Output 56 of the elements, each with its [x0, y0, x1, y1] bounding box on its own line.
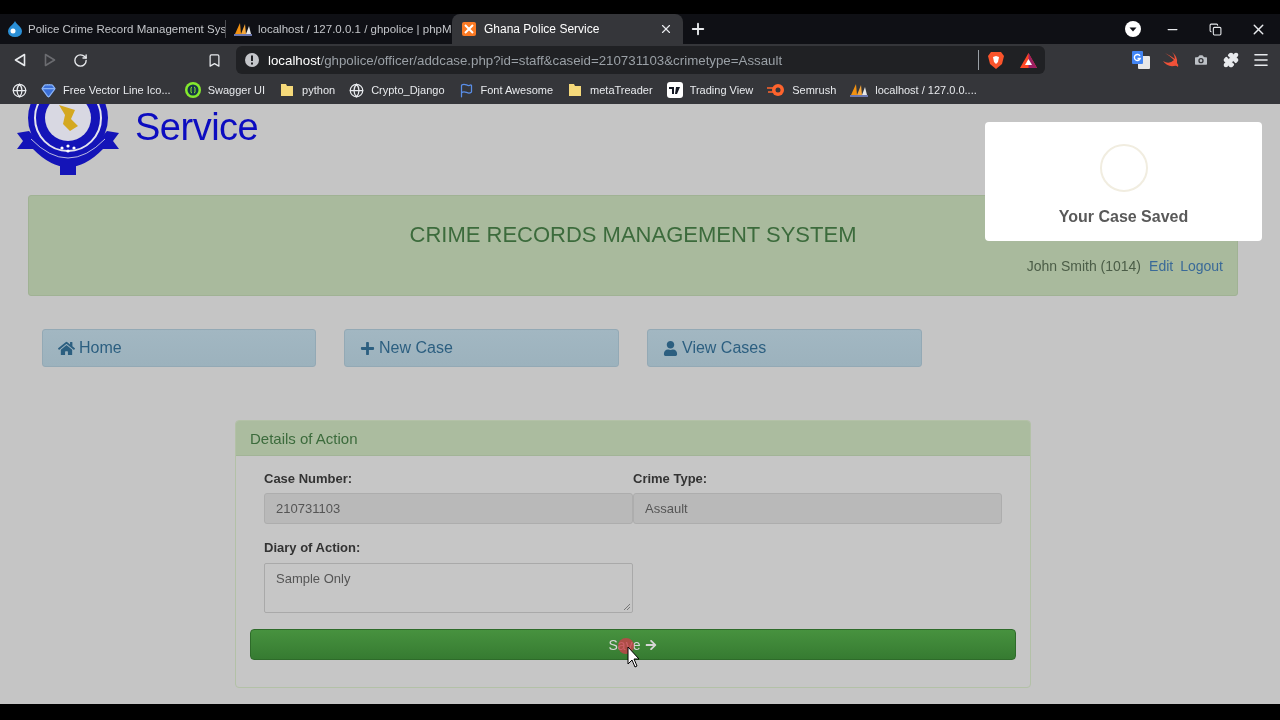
sail-icon: [850, 83, 869, 97]
panel-header: Details of Action: [236, 421, 1030, 456]
triangle-icon[interactable]: [1020, 52, 1037, 68]
new-tab-icon[interactable]: [689, 20, 707, 38]
bookmark-item[interactable]: Crypto_Django: [342, 78, 452, 102]
back-icon[interactable]: [14, 53, 26, 67]
bookmark-item[interactable]: Semrush: [760, 78, 844, 102]
bookmark-item[interactable]: localhost / 127.0.0....: [843, 78, 984, 102]
translate-icon[interactable]: [1132, 51, 1150, 69]
reload-icon[interactable]: [72, 52, 88, 68]
info-icon[interactable]: [244, 52, 260, 68]
bookmark-item[interactable]: Swagger UI: [177, 78, 273, 102]
sail-icon: [234, 22, 252, 36]
browser-tab[interactable]: Police Crime Record Management Sys: [0, 14, 226, 44]
globe-icon: [349, 82, 365, 98]
menu-icon[interactable]: [1252, 51, 1270, 69]
bookmark-icon[interactable]: [206, 52, 222, 68]
browser-tab[interactable]: Ghana Police Service: [452, 14, 683, 44]
speed-ring-icon: [767, 83, 786, 97]
shield-icon[interactable]: [988, 51, 1004, 69]
close-icon[interactable]: [659, 22, 673, 36]
flag-icon: [458, 82, 474, 98]
globe-icon[interactable]: [12, 82, 27, 98]
puzzle-icon[interactable]: [1223, 52, 1239, 68]
restore-icon[interactable]: [1209, 22, 1222, 36]
home-icon: [58, 339, 75, 357]
ring-icon: [1099, 144, 1148, 192]
bookmark-item[interactable]: python: [272, 78, 343, 102]
dialog-message: Your Case Saved: [1058, 207, 1189, 227]
dropdown-icon[interactable]: [1125, 21, 1141, 37]
bookmark-item[interactable]: Trading View: [659, 78, 761, 102]
plus-icon: [360, 340, 375, 356]
field-label: Diary of Action:: [264, 540, 362, 556]
field-label: Case Number:: [264, 471, 354, 487]
field-label: Crime Type:: [633, 471, 709, 487]
gem-icon: [41, 82, 56, 98]
folder-icon: [279, 82, 296, 98]
tile-logo-icon: [666, 82, 683, 98]
braces-circle-icon: [184, 82, 201, 98]
drop-icon: [8, 21, 22, 37]
bookmark-item[interactable]: metaTreader: [560, 78, 660, 102]
site-title: Service: [135, 107, 259, 147]
text-area[interactable]: Sample Only: [264, 563, 633, 613]
bookmark-item[interactable]: Font Awesome: [451, 78, 561, 102]
system-title: CRIME RECORDS MANAGEMENT SYSTEM: [409, 221, 857, 249]
arrow-right-icon: [645, 638, 658, 651]
user-name: John Smith (1014): [1026, 258, 1142, 274]
bookmark-item[interactable]: Free Vector Line Ico...: [34, 78, 178, 102]
bird-icon[interactable]: [1162, 52, 1180, 68]
camera-icon[interactable]: [1193, 52, 1209, 68]
browser-tab[interactable]: localhost / 127.0.0.1 / ghpolice | phpM: [226, 14, 452, 44]
resize-grip-icon[interactable]: [623, 603, 631, 611]
address-bar[interactable]: localhost/ghpolice/officer/addcase.php?id=staff&caseid=210731103&crimetype=Assault: [236, 46, 1045, 74]
user-icon: [663, 340, 678, 356]
x-square-icon: [462, 22, 476, 36]
folder-icon: [567, 82, 584, 98]
